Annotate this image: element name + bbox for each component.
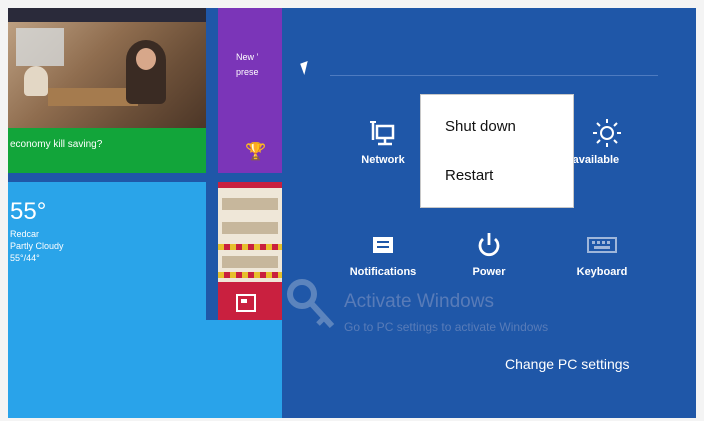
weather-condition: Partly Cloudy	[10, 241, 64, 251]
power-menu: Shut down Restart	[420, 94, 574, 208]
weather-range: 55°/44°	[10, 253, 40, 263]
news-photo-tile[interactable]: economy kill saving?	[8, 8, 206, 173]
news-photo	[8, 22, 206, 128]
sports-news-text: New ’ prese	[236, 52, 259, 77]
keyboard-button[interactable]: Keyboard	[562, 230, 642, 278]
store-tile[interactable]	[218, 182, 282, 320]
key-icon	[287, 279, 335, 329]
power-label: Power	[472, 266, 506, 278]
network-button[interactable]: Network	[348, 118, 418, 166]
store-icon	[236, 294, 256, 312]
sports-news-tile[interactable]: New ’ prese 🏆	[218, 8, 282, 173]
notifications-button[interactable]: Notifications	[338, 230, 428, 278]
settings-pane: Network Unavailable Notifications Power …	[282, 8, 696, 418]
network-label: Network	[361, 154, 405, 166]
activate-windows-subtitle: Go to PC settings to activate Windows	[344, 320, 549, 334]
restart-option[interactable]: Restart	[445, 167, 493, 184]
store-image	[218, 188, 282, 282]
trophy-icon: 🏆	[245, 142, 267, 161]
brightness-icon	[562, 118, 652, 154]
start-background	[8, 320, 282, 418]
tile-top-strip	[8, 8, 206, 22]
divider	[330, 75, 658, 76]
network-icon	[348, 118, 418, 154]
power-icon	[454, 230, 524, 266]
notifications-label: Notifications	[349, 266, 417, 278]
screen: economy kill saving? New ’ prese 🏆 55° R…	[8, 8, 696, 418]
weather-tile[interactable]: 55° Redcar Partly Cloudy 55°/44°	[8, 182, 206, 320]
brightness-button[interactable]: Unavailable	[558, 118, 652, 166]
mouse-cursor-icon	[300, 60, 312, 76]
activate-windows-title: Activate Windows	[344, 291, 494, 312]
weather-temperature: 55°	[10, 198, 47, 225]
power-button[interactable]: Power	[454, 230, 524, 278]
keyboard-label: Keyboard	[576, 266, 628, 278]
keyboard-icon	[562, 230, 642, 266]
news-headline: economy kill saving?	[10, 139, 103, 150]
brightness-label: Unavailable	[558, 154, 620, 166]
weather-city: Redcar	[10, 229, 40, 239]
notifications-icon	[338, 230, 428, 266]
change-pc-settings-link[interactable]: Change PC settings	[505, 356, 630, 372]
shut-down-option[interactable]: Shut down	[445, 118, 516, 135]
